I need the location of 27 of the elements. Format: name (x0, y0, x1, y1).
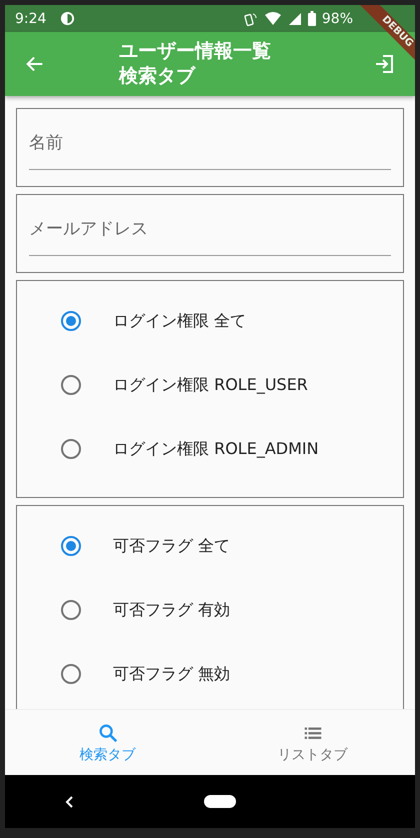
radio-button[interactable] (61, 311, 81, 331)
app-bar-title: ユーザー情報一覧 (119, 39, 271, 64)
wifi-icon (264, 12, 282, 26)
radio-label[interactable]: 可否フラグ 全て (113, 536, 230, 556)
nfc-icon (244, 10, 258, 26)
text-input-field[interactable]: 名前 (16, 108, 404, 187)
radio-label[interactable]: 可否フラグ 有効 (113, 600, 230, 620)
radio-label[interactable]: ログイン権限 ROLE_ADMIN (113, 438, 319, 460)
bottom-nav-tab[interactable]: リストタブ (210, 710, 415, 775)
radio-button[interactable] (61, 375, 81, 395)
text-input-field[interactable]: メールアドレス (16, 194, 404, 273)
status-time: 9:24 (15, 10, 46, 26)
battery-percentage: 98% (322, 10, 353, 26)
back-chevron-icon[interactable] (64, 794, 75, 808)
battery-icon (308, 11, 316, 26)
search-icon (96, 722, 118, 744)
radio-button[interactable] (61, 439, 81, 459)
radio-label[interactable]: ログイン権限 ROLE_USER (113, 374, 308, 396)
radio-label[interactable]: ログイン権限 全て (113, 310, 246, 332)
app-bar-title: 検索タブ (119, 64, 195, 89)
radio-button[interactable] (61, 664, 81, 684)
app-notification-icon (60, 11, 76, 26)
radio-button[interactable] (61, 600, 81, 620)
home-button[interactable] (204, 795, 236, 808)
radio-label[interactable]: 可否フラグ 無効 (113, 664, 230, 684)
signal-icon (288, 12, 302, 26)
radio-button[interactable] (61, 536, 81, 556)
